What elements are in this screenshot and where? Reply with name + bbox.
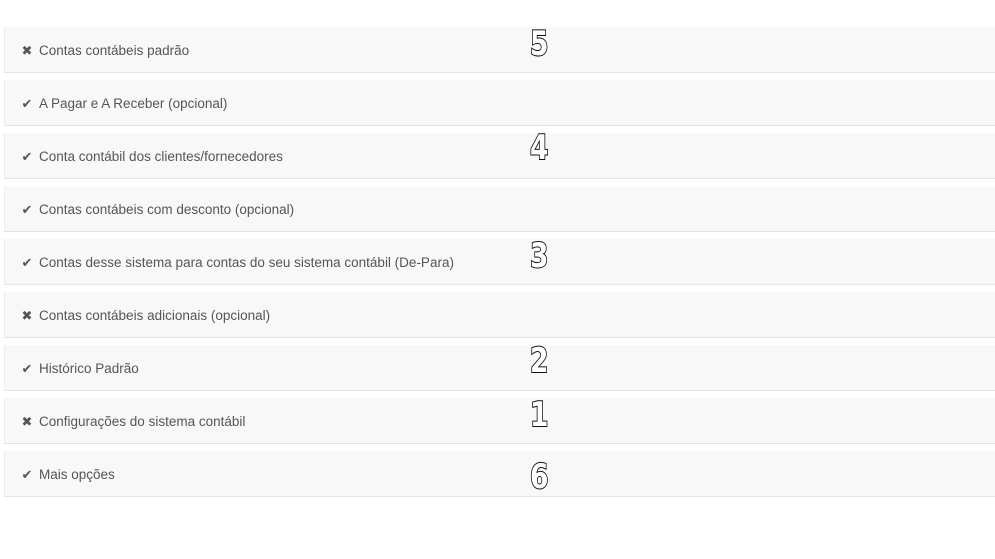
- list-item-conta-clientes-fornecedores[interactable]: ✔ Conta contábil dos clientes/fornecedor…: [4, 133, 995, 179]
- list-item-configuracoes-sistema-contabil[interactable]: ✖ Configurações do sistema contábil: [4, 398, 995, 444]
- list-item-label: Conta contábil dos clientes/fornecedores: [39, 148, 283, 164]
- list-item-label: A Pagar e A Receber (opcional): [39, 95, 228, 111]
- settings-checklist: ✖ Contas contábeis padrão ✔ A Pagar e A …: [4, 27, 995, 497]
- x-icon: ✖: [21, 42, 33, 58]
- annotation-number-3: 3: [529, 236, 549, 276]
- list-item-a-pagar-a-receber[interactable]: ✔ A Pagar e A Receber (opcional): [4, 80, 995, 126]
- check-icon: ✔: [21, 95, 33, 111]
- x-icon: ✖: [21, 307, 33, 323]
- check-icon: ✔: [21, 254, 33, 270]
- x-icon: ✖: [21, 413, 33, 429]
- annotation-number-4: 4: [529, 128, 549, 168]
- list-item-label: Contas contábeis adicionais (opcional): [39, 307, 271, 323]
- check-icon: ✔: [21, 201, 33, 217]
- annotation-number-2: 2: [529, 341, 549, 381]
- list-item-historico-padrao[interactable]: ✔ Histórico Padrão: [4, 345, 995, 391]
- annotation-number-6: 6: [529, 457, 549, 497]
- list-item-label: Contas contábeis com desconto (opcional): [39, 201, 295, 217]
- list-item-label: Contas desse sistema para contas do seu …: [39, 254, 454, 270]
- check-icon: ✔: [21, 360, 33, 376]
- list-item-label: Histórico Padrão: [39, 360, 139, 376]
- list-item-mais-opcoes[interactable]: ✔ Mais opções: [4, 451, 995, 497]
- list-item-label: Mais opções: [39, 466, 115, 482]
- list-item-contas-adicionais[interactable]: ✖ Contas contábeis adicionais (opcional): [4, 292, 995, 338]
- annotation-number-5: 5: [529, 24, 549, 64]
- annotation-number-1: 1: [529, 395, 549, 435]
- list-item-contas-contabeis-padrao[interactable]: ✖ Contas contábeis padrão: [4, 27, 995, 73]
- list-item-label: Contas contábeis padrão: [39, 42, 190, 58]
- list-item-label: Configurações do sistema contábil: [39, 413, 246, 429]
- list-item-de-para[interactable]: ✔ Contas desse sistema para contas do se…: [4, 239, 995, 285]
- check-icon: ✔: [21, 466, 33, 482]
- check-icon: ✔: [21, 148, 33, 164]
- list-item-contas-com-desconto[interactable]: ✔ Contas contábeis com desconto (opciona…: [4, 186, 995, 232]
